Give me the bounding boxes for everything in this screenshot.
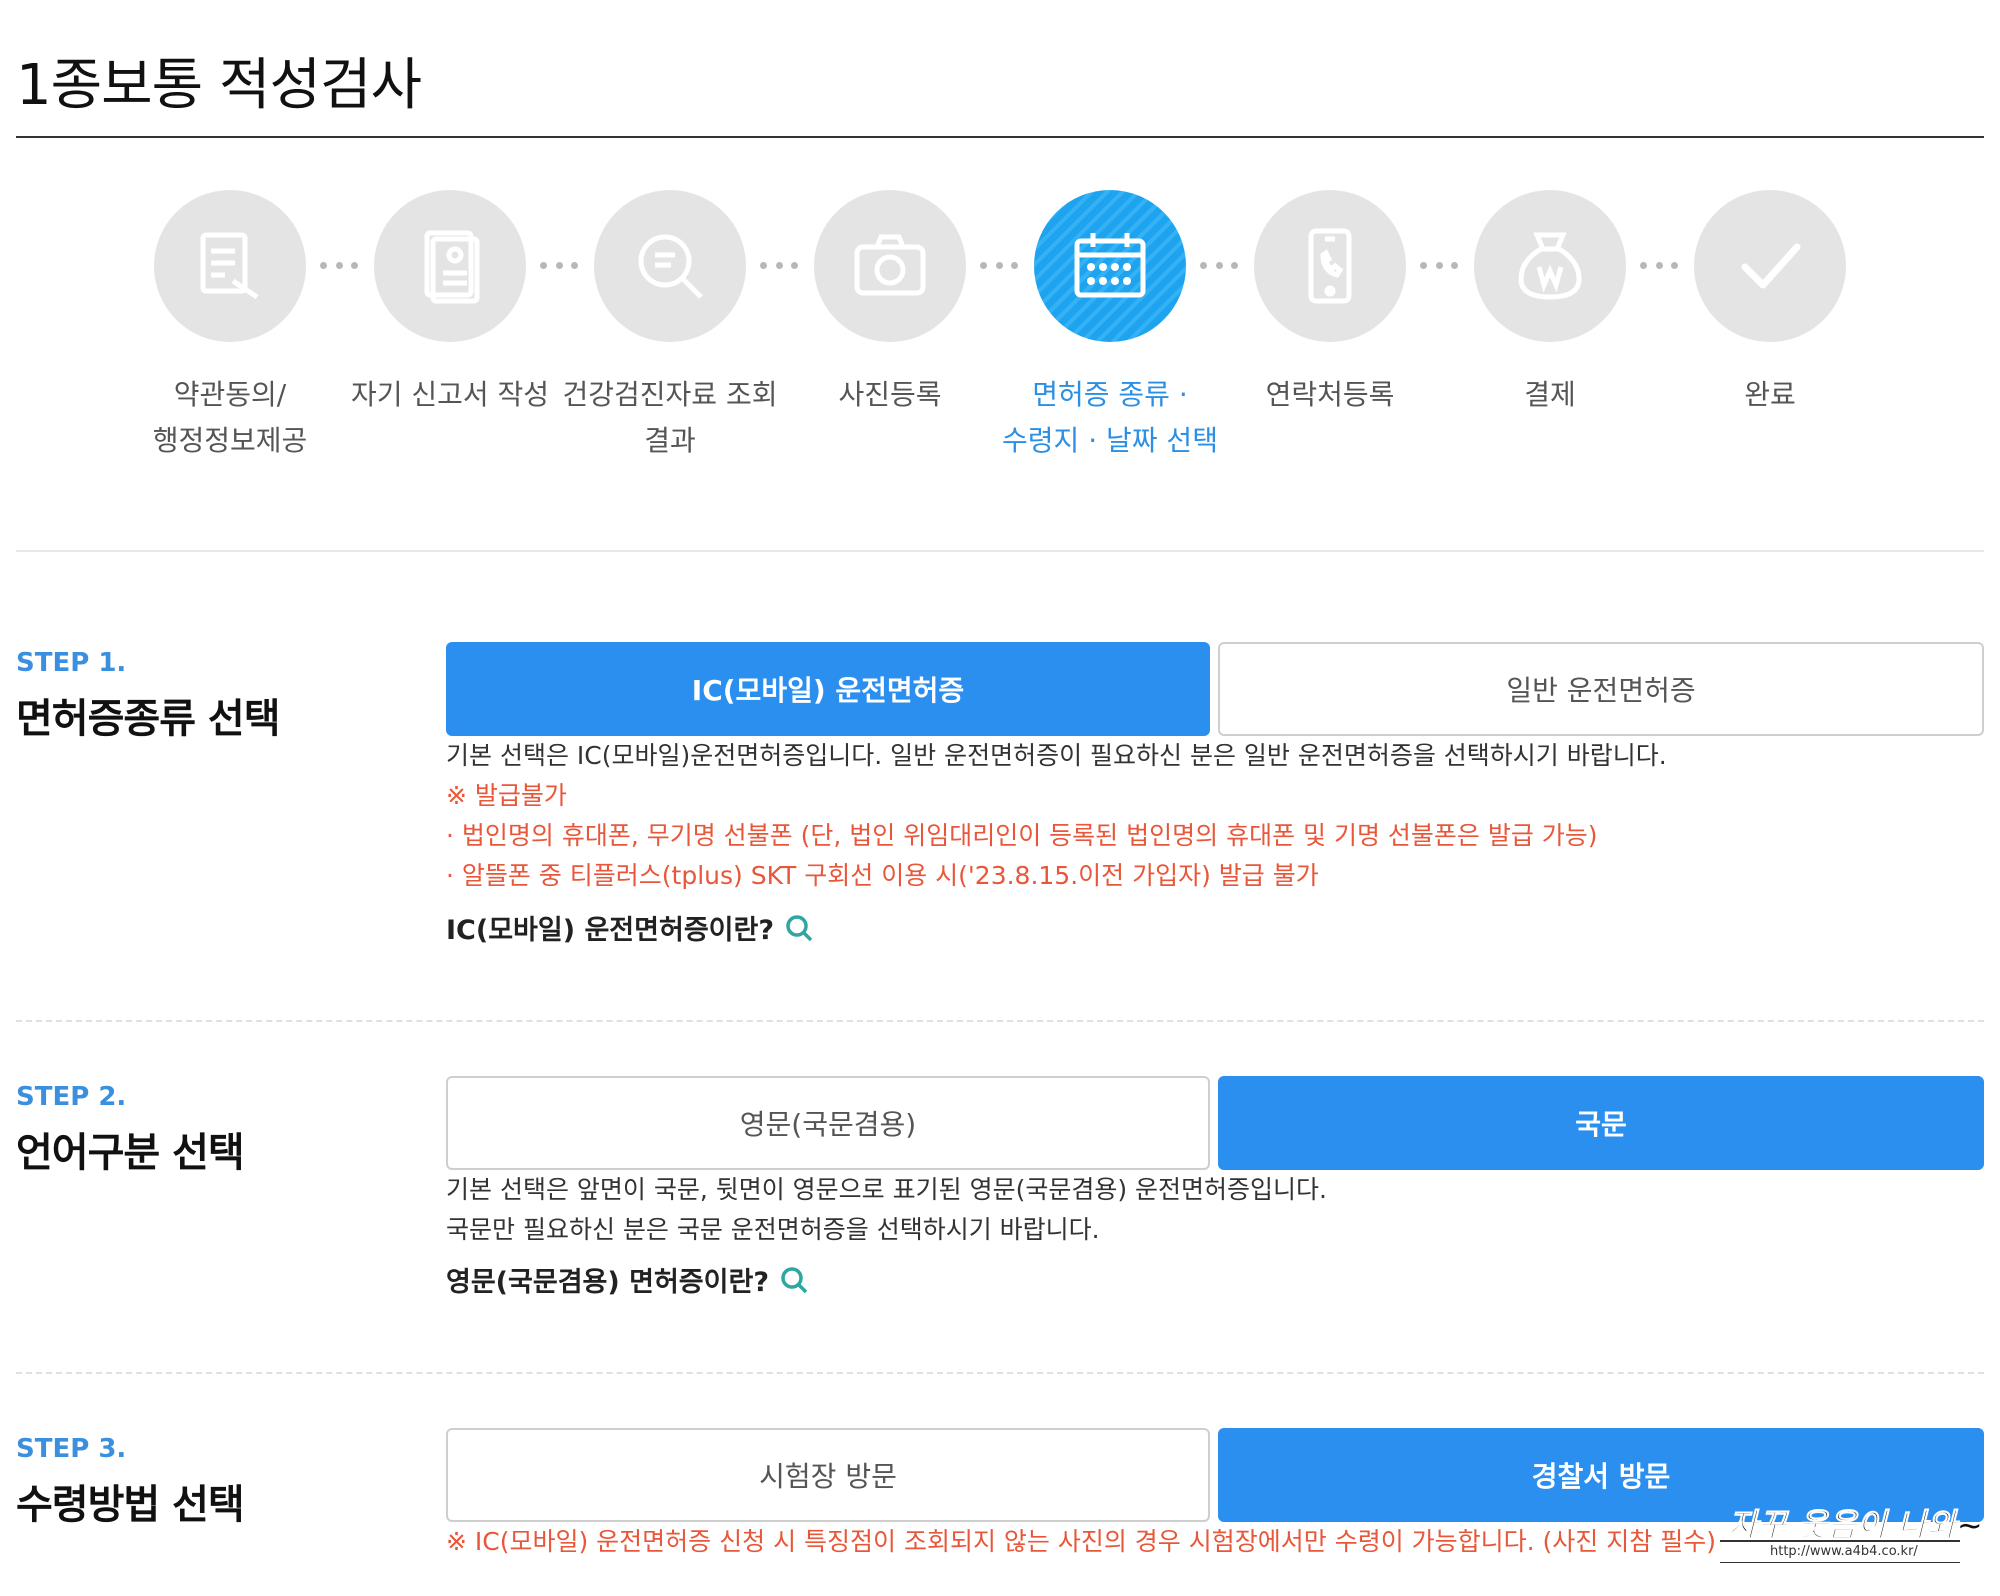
camera-icon [814,190,966,342]
english-license-info-link[interactable]: 영문(국문겸용) 면허증이란? [446,1260,809,1299]
step2-description: 기본 선택은 앞면이 국문, 뒷면이 영문으로 표기된 영문(국문겸용) 운전면… [446,1175,1327,1204]
section-divider [16,550,1984,552]
search-icon [781,1266,808,1293]
watermark-underline [1720,1540,1960,1542]
self-report-icon [374,190,526,342]
payment-bag-icon [1474,190,1626,342]
progress-steps: 약관동의/ 행정정보제공 자기 신고서 작성 건강검진자료 조회 결과 사진등록… [0,190,2000,490]
watermark-url: http://www.a4b4.co.kr/ [1770,1544,1918,1559]
step1-notice-title: ※ 발급불가 [446,781,567,810]
title-divider [16,136,1984,138]
step-label-line1: 완료 [1744,378,1796,411]
general-license-option[interactable]: 일반 운전면허증 [1218,642,1984,736]
calendar-icon [1034,190,1186,342]
step-label-line2: 결과 [644,424,696,457]
english-korean-option[interactable]: 영문(국문겸용) [446,1076,1210,1170]
step3-title: 수령방법 선택 [16,1482,245,1528]
ic-license-info-label: IC(모바일) 운전면허증이란? [446,915,775,946]
korean-option[interactable]: 국문 [1218,1076,1984,1170]
step1-number: STEP 1. [16,648,127,678]
search-document-icon [594,190,746,342]
section-divider [16,1372,1984,1374]
step-label-line2: 수령지 · 날짜 선택 [1002,424,1218,457]
english-license-info-label: 영문(국문겸용) 면허증이란? [446,1267,769,1298]
watermark-underline [1720,1562,1960,1563]
check-icon [1694,190,1846,342]
step-label-line2: 행정정보제공 [152,424,308,457]
step3-number: STEP 3. [16,1434,127,1464]
search-icon [786,914,813,941]
step1-notice-item: · 알뜰폰 중 티플러스(tplus) SKT 구회선 이용 시('23.8.1… [446,861,1319,890]
document-edit-icon [154,190,306,342]
watermark: 자꾸 웃음이 나와~ http://www.a4b4.co.kr/ [1720,1500,1984,1570]
step3-notice: ※ IC(모바일) 운전면허증 신청 시 특징점이 조회되지 않는 사진의 경우… [446,1527,1716,1556]
test-center-visit-option[interactable]: 시험장 방문 [446,1428,1210,1522]
step2-number: STEP 2. [16,1082,127,1112]
progress-step-complete: 완료 [1640,190,1900,418]
step2-description: 국문만 필요하신 분은 국문 운전면허증을 선택하시기 바랍니다. [446,1215,1100,1244]
section-divider [16,1020,1984,1022]
step1-notice-item: · 법인명의 휴대폰, 무기명 선불폰 (단, 법인 위임대리인이 등록된 법인… [446,821,1598,850]
phone-icon [1254,190,1406,342]
ic-mobile-license-option[interactable]: IC(모바일) 운전면허증 [446,642,1210,736]
step1-description: 기본 선택은 IC(모바일)운전면허증입니다. 일반 운전면허증이 필요하신 분… [446,741,1667,770]
step1-title: 면허증종류 선택 [16,696,281,742]
ic-license-info-link[interactable]: IC(모바일) 운전면허증이란? [446,908,814,947]
page-title: 1종보통 적성검사 [16,53,422,118]
step2-title: 언어구분 선택 [16,1130,245,1176]
